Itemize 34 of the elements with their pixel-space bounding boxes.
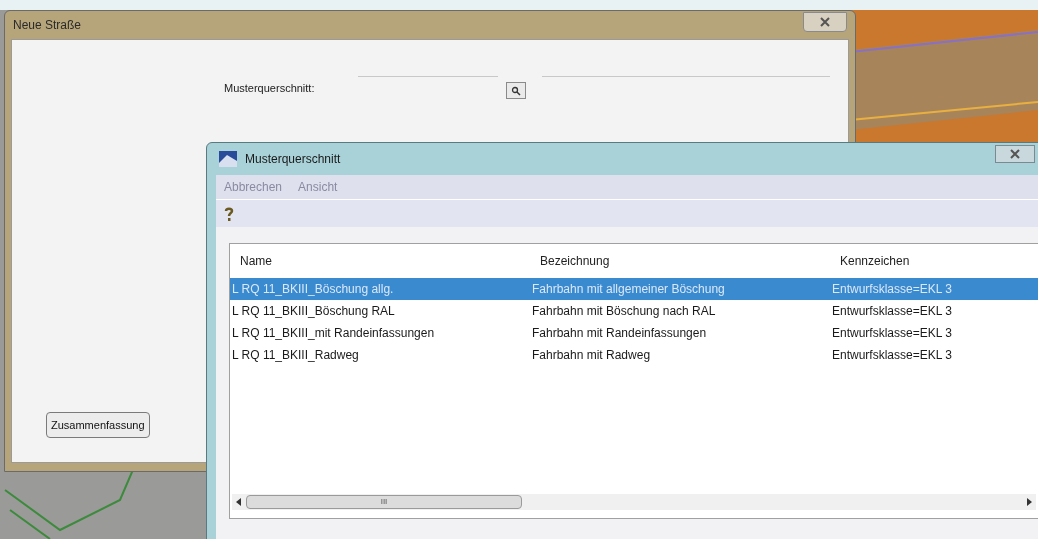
table-row[interactable]: L RQ 11_BKIII_Radweg Fahrbahn mit Radweg Entwurfsklasse=EKL 3 bbox=[230, 344, 1038, 366]
horizontal-scrollbar[interactable]: III bbox=[232, 494, 1036, 510]
table-cell-text: Entwurfsklasse=EKL 3 bbox=[831, 325, 953, 342]
help-icon[interactable] bbox=[224, 205, 234, 222]
table-cell-text: Fahrbahn mit Randeinfassungen bbox=[531, 325, 708, 342]
close-icon bbox=[820, 17, 830, 27]
table-cell-text: Entwurfsklasse=EKL 3 bbox=[831, 347, 953, 364]
summary-button[interactable]: Zusammenfassung bbox=[46, 412, 150, 438]
table-cell-text: L RQ 11_BKIII_Böschung RAL bbox=[231, 303, 396, 320]
field-label: Musterquerschnitt: bbox=[224, 81, 316, 96]
column-header[interactable]: Bezeichnung bbox=[530, 252, 830, 270]
table-row[interactable]: L RQ 11_BKIII_Böschung RAL Fahrbahn mit Böschung nach RAL Entwurfsklasse=EKL 3 bbox=[230, 300, 1038, 322]
close-icon bbox=[1010, 149, 1020, 159]
table-cell-text: L RQ 11_BKIII_Böschung allg. bbox=[231, 281, 395, 298]
search-button[interactable] bbox=[506, 82, 526, 99]
window-title: Musterquerschnitt bbox=[245, 151, 341, 168]
column-header[interactable]: Kennzeichen bbox=[830, 252, 1030, 270]
search-icon bbox=[511, 85, 521, 96]
app-icon bbox=[219, 151, 237, 167]
column-header[interactable]: Name bbox=[230, 252, 530, 270]
left-arrow-icon[interactable] bbox=[236, 498, 242, 506]
table-cell-text: Fahrbahn mit Böschung nach RAL bbox=[531, 303, 717, 320]
table-row[interactable]: L RQ 11_BKIII_mit Randeinfassungen Fahrbahn mit Randeinfassungen Entwurfsklasse=EKL 3 bbox=[230, 322, 1038, 344]
table-cell-text: L RQ 11_BKIII_Radweg bbox=[231, 347, 360, 364]
close-button[interactable] bbox=[803, 12, 847, 32]
table-cell-text: L RQ 11_BKIII_mit Randeinfassungen bbox=[231, 325, 436, 342]
table-cell-text: Fahrbahn mit allgemeiner Böschung bbox=[531, 281, 726, 298]
table-cell-text: Fahrbahn mit Radweg bbox=[531, 347, 652, 364]
window-title: Neue Straße bbox=[13, 17, 82, 34]
scrollbar-thumb[interactable]: III bbox=[246, 495, 522, 509]
table-cell-text: Entwurfsklasse=EKL 3 bbox=[831, 303, 953, 320]
table-cell-text: Entwurfsklasse=EKL 3 bbox=[831, 281, 953, 298]
close-button[interactable] bbox=[995, 145, 1035, 163]
right-arrow-icon[interactable] bbox=[1026, 498, 1032, 506]
